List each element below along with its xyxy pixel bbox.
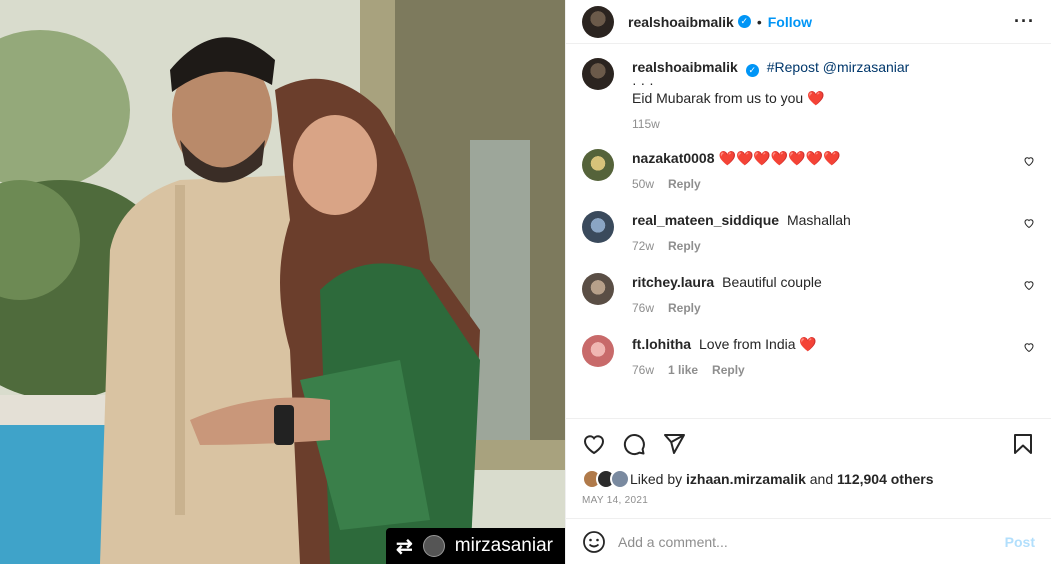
- comment-emoji: ❤️❤️❤️❤️❤️❤️❤️: [718, 150, 841, 166]
- caption-dots: · · ·: [632, 75, 654, 91]
- comment-time[interactable]: 72w: [632, 237, 654, 255]
- likes-count[interactable]: 112,904 others: [837, 471, 934, 487]
- caption-time[interactable]: 115w: [632, 115, 660, 133]
- commenter-avatar[interactable]: [582, 273, 614, 305]
- post-header: realshoaibmalik ✓ • Follow ···: [566, 0, 1051, 44]
- comment-row: nazakat0008 ❤️❤️❤️❤️❤️❤️❤️ 50w Reply: [582, 149, 1035, 193]
- watermark-handle: mirzasaniar: [454, 535, 553, 556]
- liked-by-prefix: Liked by: [630, 471, 683, 487]
- caption-username[interactable]: realshoaibmalik: [632, 59, 738, 75]
- commenter-username[interactable]: nazakat0008: [632, 150, 715, 166]
- mention-link[interactable]: @mirzasaniar: [823, 59, 910, 75]
- repost-watermark: ⇄ mirzasaniar: [386, 528, 565, 564]
- comment-row: real_mateen_siddique Mashallah 72w Reply: [582, 211, 1035, 255]
- comment-likes[interactable]: 1 like: [668, 361, 698, 379]
- commenter-username[interactable]: ritchey.laura: [632, 274, 714, 290]
- add-comment-bar: Post: [566, 518, 1051, 564]
- post-side-panel: realshoaibmalik ✓ • Follow ··· realshoai…: [565, 0, 1051, 564]
- heart-emoji: ❤️: [807, 90, 825, 106]
- post-actions-area: Liked by izhaan.mirzamalik and 112,904 o…: [566, 418, 1051, 518]
- comments-list[interactable]: realshoaibmalik ✓ #Repost @mirzasaniar · …: [566, 44, 1051, 418]
- follow-button[interactable]: Follow: [768, 14, 812, 30]
- comment-emoji: ❤️: [799, 336, 817, 352]
- liker-avatars: [582, 469, 630, 489]
- post-comment-button[interactable]: Post: [1005, 534, 1035, 550]
- commenter-avatar[interactable]: [582, 149, 614, 181]
- photo-illustration: [0, 0, 565, 564]
- caption-row: realshoaibmalik ✓ #Repost @mirzasaniar · …: [582, 58, 1035, 133]
- action-bar: [582, 419, 1035, 469]
- reply-button[interactable]: Reply: [668, 299, 701, 317]
- reply-button[interactable]: Reply: [668, 175, 701, 193]
- separator-dot: •: [756, 13, 762, 30]
- reply-button[interactable]: Reply: [712, 361, 745, 379]
- repost-hashtag[interactable]: #Repost: [767, 59, 819, 75]
- like-heart-icon[interactable]: [582, 432, 606, 456]
- commenter-avatar[interactable]: [582, 335, 614, 367]
- post-photo[interactable]: ⇄ mirzasaniar: [0, 0, 565, 564]
- more-options-icon[interactable]: ···: [1014, 11, 1035, 32]
- author-username[interactable]: realshoaibmalik: [628, 14, 734, 30]
- comment-bubble-icon[interactable]: [622, 432, 646, 456]
- commenter-username[interactable]: ft.lohitha: [632, 336, 691, 352]
- comment-time[interactable]: 50w: [632, 175, 654, 193]
- caption-avatar[interactable]: [582, 58, 614, 90]
- reply-button[interactable]: Reply: [668, 237, 701, 255]
- like-comment-heart-icon[interactable]: [1023, 279, 1035, 291]
- caption-text: Eid Mubarak from us to you: [632, 90, 804, 106]
- post-date[interactable]: MAY 14, 2021: [582, 495, 1035, 506]
- liked-by-user[interactable]: izhaan.mirzamalik: [686, 471, 806, 487]
- comment-text: Mashallah: [786, 212, 851, 228]
- share-paper-plane-icon[interactable]: [662, 432, 686, 456]
- repost-icon: ⇄: [396, 535, 413, 558]
- like-comment-heart-icon[interactable]: [1023, 217, 1035, 229]
- comment-text: Beautiful couple: [722, 274, 822, 290]
- author-avatar[interactable]: [582, 5, 614, 38]
- comment-input[interactable]: [618, 533, 1005, 550]
- watermark-avatar: [422, 535, 445, 557]
- emoji-smiley-icon[interactable]: [582, 530, 606, 554]
- comment-row: ritchey.laura Beautiful couple 76w Reply: [582, 273, 1035, 317]
- comment-text: Love from India: [699, 336, 796, 352]
- verified-badge-icon: ✓: [737, 15, 751, 28]
- like-comment-heart-icon[interactable]: [1023, 341, 1035, 353]
- comment-row: ft.lohitha Love from India ❤️ 76w 1 like R…: [582, 335, 1035, 379]
- liked-by-and: and: [809, 471, 834, 487]
- comment-time[interactable]: 76w: [632, 299, 654, 317]
- comment-time[interactable]: 76w: [632, 361, 654, 379]
- commenter-username[interactable]: real_mateen_siddique: [632, 212, 779, 228]
- likes-summary: Liked by izhaan.mirzamalik and 112,904 o…: [582, 469, 1035, 489]
- like-comment-heart-icon[interactable]: [1023, 155, 1035, 167]
- save-bookmark-icon[interactable]: [1011, 432, 1035, 456]
- verified-badge-icon: ✓: [745, 64, 759, 77]
- commenter-avatar[interactable]: [582, 211, 614, 243]
- post-view: ⇄ mirzasaniar realshoaibmalik ✓ • Follow…: [0, 0, 1051, 564]
